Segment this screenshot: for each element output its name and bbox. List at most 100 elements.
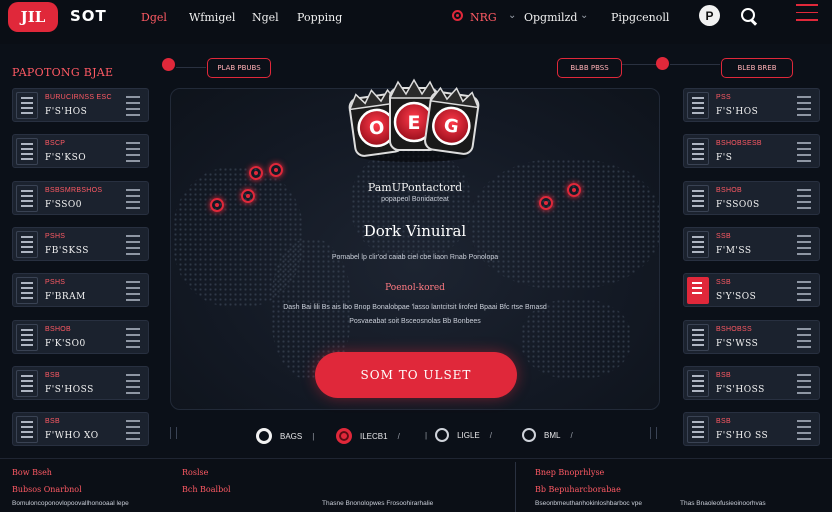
list-icon — [795, 416, 815, 443]
card-value: F'SSO0 — [45, 200, 82, 210]
live-link[interactable]: NRG — [470, 11, 497, 24]
hamburger-menu-icon[interactable] — [796, 4, 818, 26]
footer-col2-text: Thasne Bnonolopwes Frosoohirarhalie — [322, 500, 434, 507]
footer-col1-title[interactable]: Bow Bseh — [12, 468, 52, 477]
status-ring-icon — [435, 428, 450, 442]
card-value: S'Y'SOS — [716, 292, 757, 302]
game-card[interactable]: PSHS F'BRAM — [12, 273, 149, 307]
card-name: PSHS — [45, 279, 66, 286]
card-icon — [16, 138, 38, 165]
dropdown-1[interactable]: Opgmilzd — [524, 11, 577, 24]
card-name: BSBSMRBSHOS — [45, 187, 103, 194]
list-icon — [124, 277, 144, 304]
card-name: BSCP — [45, 140, 66, 147]
chip-letter: G — [442, 115, 460, 138]
game-card-active[interactable]: SSB S'Y'SOS — [683, 273, 820, 307]
list-icon — [124, 370, 144, 397]
card-value: F'WHO XO — [45, 431, 99, 441]
card-name: PSHS — [45, 233, 66, 240]
card-name: SSB — [716, 233, 731, 240]
logo[interactable]: JIL — [8, 2, 58, 32]
card-name: PSS — [716, 94, 731, 101]
hero-subline: popapeol Bonidacteat — [381, 196, 449, 203]
status-item[interactable]: | LIGLE / — [425, 428, 492, 442]
footer-divider — [515, 462, 516, 512]
game-card[interactable]: BSHOB F'K'SO0 — [12, 320, 149, 354]
card-name: BURUCIRNSS ESC — [45, 94, 112, 101]
list-icon — [124, 324, 144, 351]
footer-col3-sub[interactable]: Bb Bepuharcborabae — [535, 485, 621, 494]
promo-pill-right[interactable]: BLEB BREB — [721, 58, 793, 78]
chevron-down-icon: ⌄ — [580, 10, 589, 21]
footer-col3-title[interactable]: Bnep Bnoprhlyse — [535, 468, 604, 477]
game-card[interactable]: BSHOB F'SSO0S — [683, 181, 820, 215]
card-icon — [16, 92, 38, 119]
list-icon — [124, 231, 144, 258]
cta-button[interactable]: SOM TO ULSET — [315, 352, 517, 398]
card-value: FB'SKSS — [45, 246, 89, 256]
list-icon — [795, 277, 815, 304]
profile-button[interactable]: P — [699, 5, 720, 26]
footer-col2-title[interactable]: Roslse — [182, 468, 208, 477]
nav-item-4[interactable]: Popping — [297, 11, 342, 24]
game-card[interactable]: BSB F'S'HOSS — [12, 366, 149, 400]
card-value: F'S — [716, 153, 733, 163]
card-value: F'K'SO0 — [45, 339, 86, 349]
nav-item-3[interactable]: Ngel — [252, 11, 279, 24]
list-icon — [795, 324, 815, 351]
game-card[interactable]: BSBSMRBSHOS F'SSO0 — [12, 181, 149, 215]
footer-col1-text: Bomuloncoponovlopoovallhonooaal lepe — [12, 500, 129, 507]
card-name: BSHOBSESB — [716, 140, 762, 147]
nav-item-2[interactable]: Wfmigel — [189, 11, 235, 24]
status-item[interactable]: BML / — [522, 428, 573, 442]
card-icon — [687, 138, 709, 165]
game-card[interactable]: BSB F'S'HO SS — [683, 412, 820, 446]
card-value: F'S'HOSS — [716, 385, 765, 395]
hero-headline: PamUPontactord — [367, 181, 463, 194]
world-map-region — [521, 299, 631, 379]
divider — [650, 427, 657, 439]
status-label: BAGS — [280, 431, 303, 441]
game-card[interactable]: BURUCIRNSS ESC F'S'HOS — [12, 88, 149, 122]
status-ring-icon — [336, 428, 352, 444]
game-card[interactable]: BSCP F'S'KSO — [12, 134, 149, 168]
card-name: BSB — [716, 372, 731, 379]
game-card[interactable]: BSB F'WHO XO — [12, 412, 149, 446]
map-pin-icon — [249, 166, 263, 180]
card-icon — [687, 92, 709, 119]
footer-col1-sub[interactable]: Bubsos Onarbnol — [12, 485, 82, 494]
status-item[interactable]: BAGS | — [256, 428, 314, 444]
search-icon[interactable] — [738, 5, 760, 27]
chip-letter: O — [368, 117, 386, 140]
nav-item-1[interactable]: Dgel — [141, 11, 167, 24]
status-ring-icon — [522, 428, 536, 442]
card-icon — [16, 370, 38, 397]
card-icon — [16, 324, 38, 351]
card-icon — [687, 277, 709, 304]
game-card[interactable]: SSB F'M'SS — [683, 227, 820, 261]
game-card[interactable]: BSHOBSS F'S'WSS — [683, 320, 820, 354]
list-icon — [795, 370, 815, 397]
card-value: F'BRAM — [45, 292, 86, 302]
indicator-dot — [162, 58, 175, 71]
hero-description: Pomabel lp clir'od caiab ciel cbe liaon … — [331, 254, 499, 261]
hero-body-line: Dash Bai lili Bs ais lbo Bnop Bonalobpae… — [283, 304, 547, 311]
game-card[interactable]: PSS F'S'HOS — [683, 88, 820, 122]
promo-pill-left[interactable]: PLAB PBUBS — [207, 58, 271, 78]
card-icon — [687, 185, 709, 212]
game-card[interactable]: BSB F'S'HOSS — [683, 366, 820, 400]
promo-pill-mid[interactable]: BLBB PBSS — [557, 58, 622, 78]
divider — [670, 64, 720, 65]
game-card[interactable]: PSHS FB'SKSS — [12, 227, 149, 261]
card-value: F'S'KSO — [45, 153, 87, 163]
list-icon — [124, 92, 144, 119]
dropdown-2[interactable]: Pipgcenoll — [611, 11, 669, 24]
list-icon — [124, 416, 144, 443]
card-name: BSHOBSS — [716, 326, 752, 333]
map-pin-icon — [269, 163, 283, 177]
status-item[interactable]: ILECB1/ — [336, 428, 400, 444]
game-card[interactable]: BSHOBSESB F'S — [683, 134, 820, 168]
card-name: BSHOB — [45, 326, 72, 333]
footer-col2-sub[interactable]: Bch Boalbol — [182, 485, 231, 494]
card-name: BSHOB — [716, 187, 743, 194]
